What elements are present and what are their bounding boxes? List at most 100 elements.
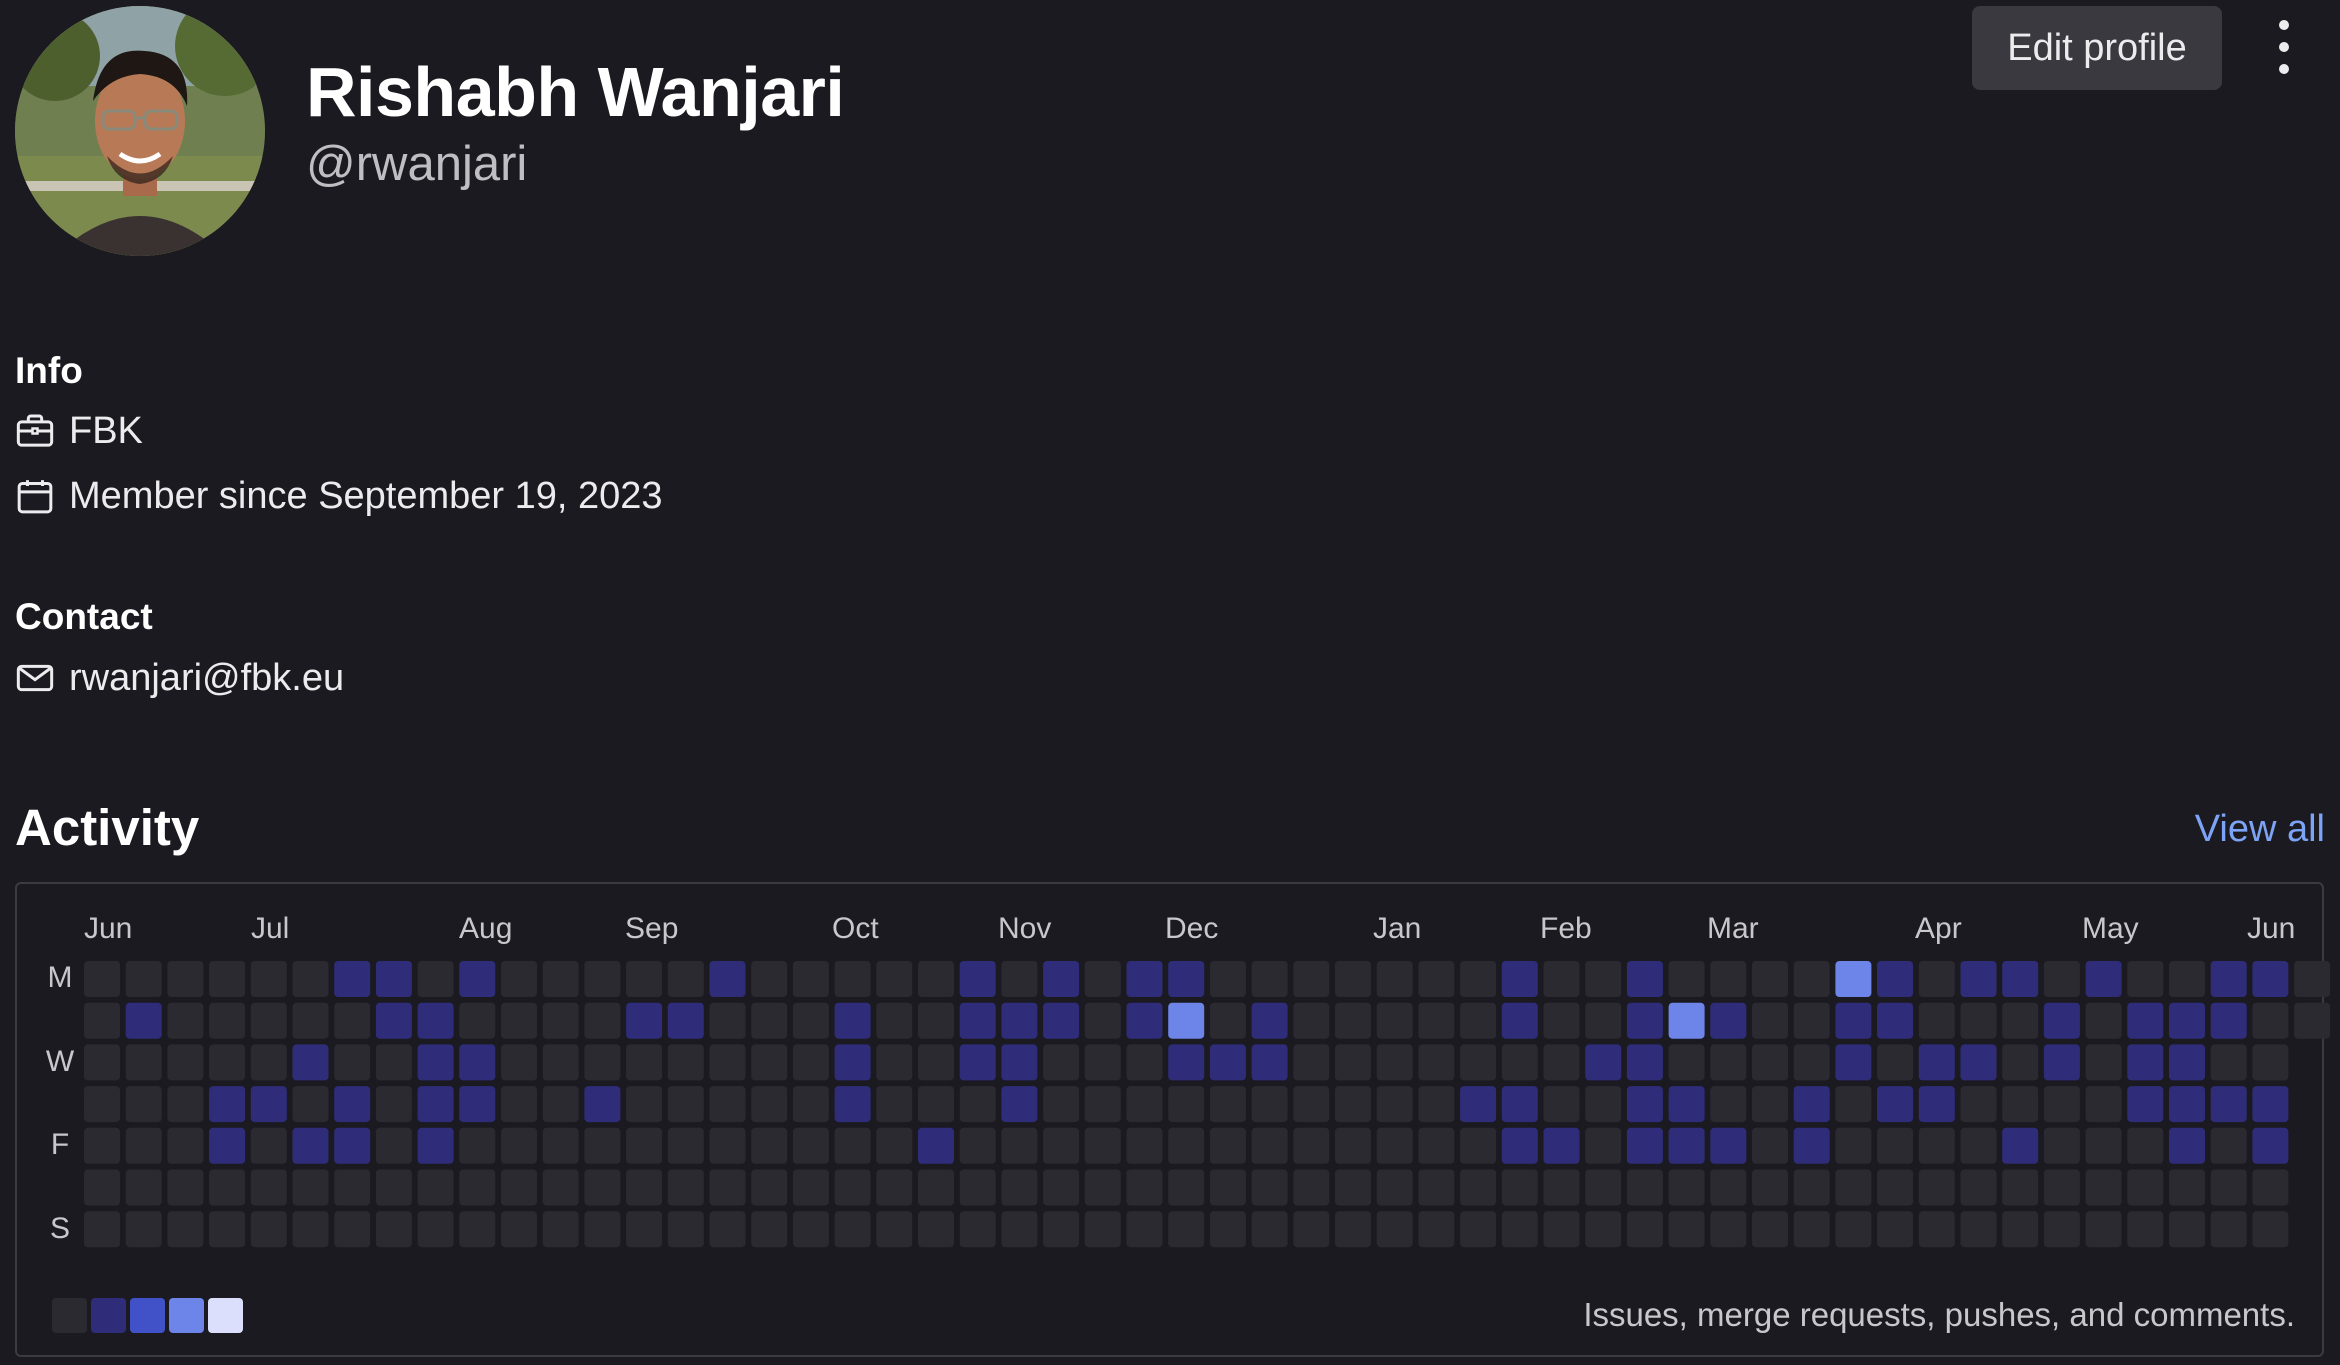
- activity-day-cell[interactable]: [959, 1002, 996, 1039]
- activity-day-cell[interactable]: [1626, 1169, 1663, 1206]
- activity-day-cell[interactable]: [2127, 1211, 2164, 1248]
- activity-day-cell[interactable]: [1126, 1127, 1163, 1164]
- activity-day-cell[interactable]: [1168, 1169, 1205, 1206]
- activity-day-cell[interactable]: [417, 1127, 454, 1164]
- activity-day-cell[interactable]: [1793, 1127, 1830, 1164]
- activity-day-cell[interactable]: [250, 1211, 287, 1248]
- activity-day-cell[interactable]: [209, 1211, 246, 1248]
- activity-day-cell[interactable]: [1626, 1211, 1663, 1248]
- activity-day-cell[interactable]: [1877, 1044, 1914, 1081]
- activity-day-cell[interactable]: [1376, 1044, 1413, 1081]
- activity-day-cell[interactable]: [167, 961, 204, 997]
- activity-day-cell[interactable]: [1960, 1086, 1997, 1123]
- activity-day-cell[interactable]: [1543, 1211, 1580, 1248]
- activity-day-cell[interactable]: [292, 1044, 329, 1081]
- activity-day-cell[interactable]: [1460, 1002, 1497, 1039]
- activity-day-cell[interactable]: [1501, 1002, 1538, 1039]
- activity-day-cell[interactable]: [417, 1002, 454, 1039]
- activity-day-cell[interactable]: [1835, 1211, 1872, 1248]
- activity-day-cell[interactable]: [1626, 1127, 1663, 1164]
- activity-day-cell[interactable]: [626, 1169, 663, 1206]
- activity-day-cell[interactable]: [125, 1086, 162, 1123]
- activity-day-cell[interactable]: [1126, 1169, 1163, 1206]
- activity-day-cell[interactable]: [1335, 1086, 1371, 1123]
- activity-day-cell[interactable]: [834, 1002, 871, 1039]
- activity-day-cell[interactable]: [334, 961, 371, 997]
- activity-day-cell[interactable]: [876, 961, 913, 997]
- activity-day-cell[interactable]: [375, 961, 412, 997]
- activity-day-cell[interactable]: [959, 1211, 996, 1248]
- activity-day-cell[interactable]: [1668, 1127, 1705, 1164]
- activity-day-cell[interactable]: [792, 961, 829, 997]
- activity-day-cell[interactable]: [751, 961, 788, 997]
- activity-day-cell[interactable]: [2002, 1169, 2039, 1206]
- activity-day-cell[interactable]: [1126, 1211, 1163, 1248]
- activity-day-cell[interactable]: [167, 1169, 204, 1206]
- activity-day-cell[interactable]: [209, 1169, 246, 1206]
- activity-day-cell[interactable]: [959, 961, 996, 997]
- activity-day-cell[interactable]: [2210, 1002, 2247, 1039]
- activity-day-cell[interactable]: [2002, 1086, 2039, 1123]
- activity-day-cell[interactable]: [2002, 1044, 2039, 1081]
- activity-day-cell[interactable]: [1043, 1044, 1080, 1081]
- activity-day-cell[interactable]: [417, 1169, 454, 1206]
- activity-day-cell[interactable]: [84, 1044, 120, 1081]
- activity-day-cell[interactable]: [375, 1169, 412, 1206]
- activity-day-cell[interactable]: [2210, 1169, 2247, 1206]
- activity-day-cell[interactable]: [1835, 1127, 1872, 1164]
- activity-day-cell[interactable]: [1543, 1044, 1580, 1081]
- activity-day-cell[interactable]: [1209, 1002, 1246, 1039]
- activity-day-cell[interactable]: [584, 1127, 621, 1164]
- activity-day-cell[interactable]: [2043, 1127, 2080, 1164]
- activity-day-cell[interactable]: [667, 1044, 704, 1081]
- activity-day-cell[interactable]: [1835, 1169, 1872, 1206]
- activity-day-cell[interactable]: [2085, 1127, 2122, 1164]
- activity-day-cell[interactable]: [459, 1086, 496, 1123]
- activity-day-cell[interactable]: [709, 1002, 746, 1039]
- activity-day-cell[interactable]: [2252, 1211, 2289, 1248]
- activity-day-cell[interactable]: [1710, 1086, 1747, 1123]
- activity-day-cell[interactable]: [334, 1086, 371, 1123]
- activity-day-cell[interactable]: [1668, 961, 1705, 997]
- activity-day-cell[interactable]: [1710, 1044, 1747, 1081]
- activity-day-cell[interactable]: [1418, 1086, 1455, 1123]
- activity-day-cell[interactable]: [125, 1127, 162, 1164]
- activity-day-cell[interactable]: [1793, 1211, 1830, 1248]
- activity-day-cell[interactable]: [1668, 1086, 1705, 1123]
- activity-day-cell[interactable]: [1752, 1169, 1788, 1206]
- activity-day-cell[interactable]: [501, 1086, 537, 1123]
- activity-day-cell[interactable]: [1793, 1044, 1830, 1081]
- activity-day-cell[interactable]: [417, 1211, 454, 1248]
- activity-day-cell[interactable]: [1293, 1044, 1330, 1081]
- activity-day-cell[interactable]: [542, 1086, 579, 1123]
- activity-day-cell[interactable]: [250, 1169, 287, 1206]
- activity-day-cell[interactable]: [1585, 1044, 1622, 1081]
- activity-day-cell[interactable]: [459, 1127, 496, 1164]
- activity-day-cell[interactable]: [1835, 961, 1872, 997]
- activity-day-cell[interactable]: [1501, 1169, 1538, 1206]
- activity-day-cell[interactable]: [1043, 1086, 1080, 1123]
- activity-day-cell[interactable]: [834, 1086, 871, 1123]
- activity-day-cell[interactable]: [792, 1127, 829, 1164]
- activity-day-cell[interactable]: [1376, 1211, 1413, 1248]
- activity-day-cell[interactable]: [1918, 1002, 1955, 1039]
- activity-day-cell[interactable]: [2294, 961, 2331, 997]
- activity-day-cell[interactable]: [1043, 1002, 1080, 1039]
- activity-day-cell[interactable]: [2169, 1127, 2205, 1164]
- activity-day-cell[interactable]: [709, 1211, 746, 1248]
- activity-day-cell[interactable]: [1001, 961, 1038, 997]
- activity-day-cell[interactable]: [209, 1127, 246, 1164]
- activity-day-cell[interactable]: [84, 961, 120, 997]
- activity-day-cell[interactable]: [1835, 1002, 1872, 1039]
- activity-day-cell[interactable]: [584, 1086, 621, 1123]
- activity-day-cell[interactable]: [2210, 1127, 2247, 1164]
- activity-day-cell[interactable]: [1918, 961, 1955, 997]
- activity-day-cell[interactable]: [2002, 1127, 2039, 1164]
- activity-day-cell[interactable]: [626, 1127, 663, 1164]
- activity-day-cell[interactable]: [1501, 1127, 1538, 1164]
- activity-day-cell[interactable]: [1209, 1086, 1246, 1123]
- activity-day-cell[interactable]: [2085, 1044, 2122, 1081]
- activity-day-cell[interactable]: [1209, 1127, 1246, 1164]
- activity-day-cell[interactable]: [1585, 961, 1622, 997]
- activity-day-cell[interactable]: [167, 1086, 204, 1123]
